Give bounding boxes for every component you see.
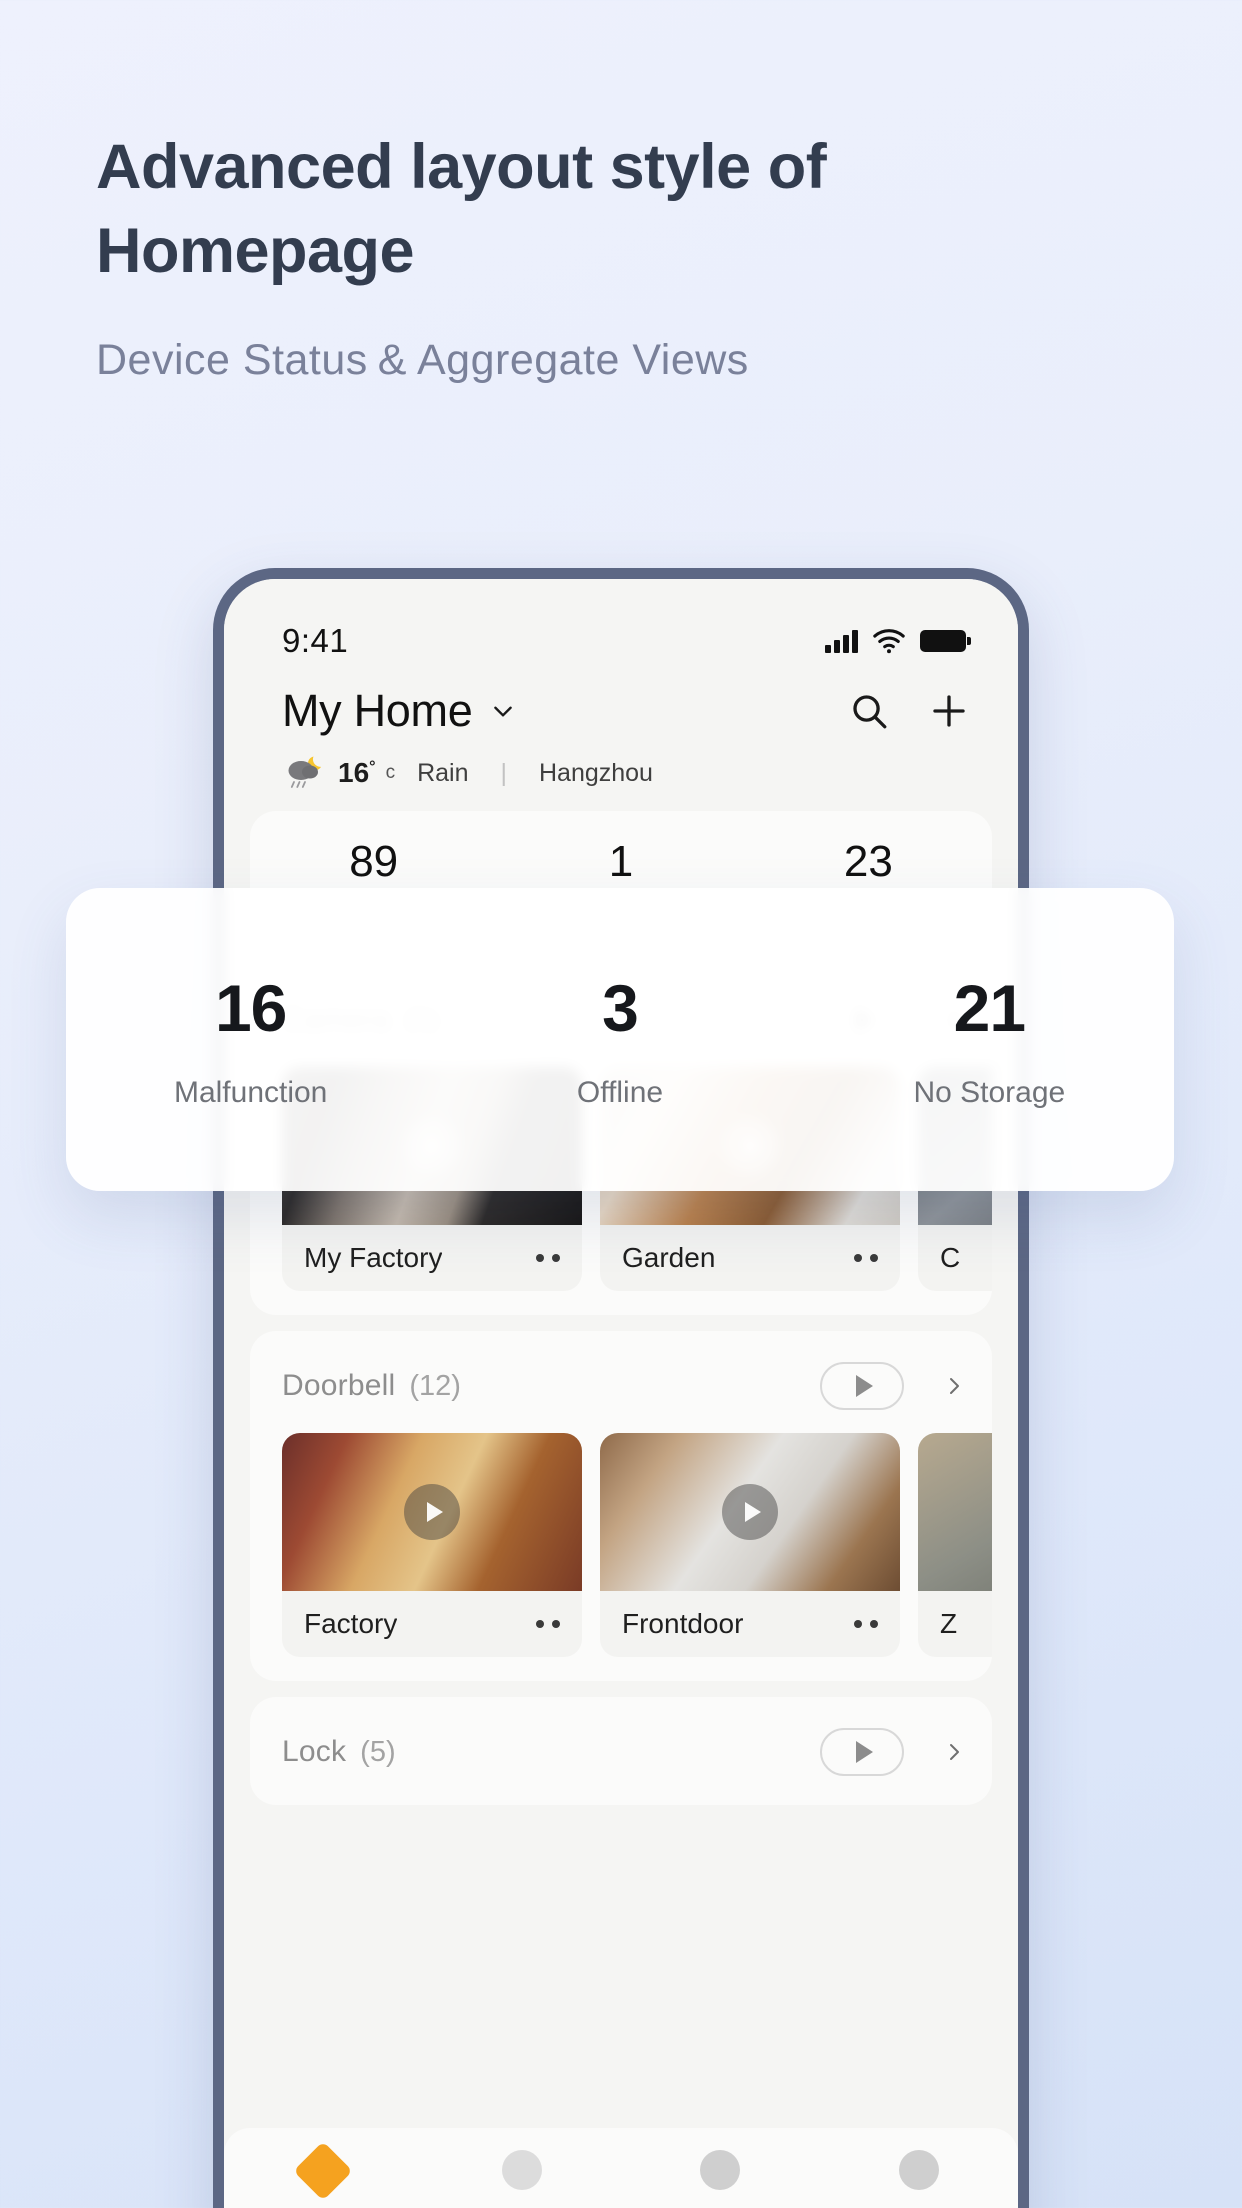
tile-label: Factory xyxy=(304,1608,398,1639)
tile-label: Frontdoor xyxy=(622,1608,744,1639)
aggregate-overlay-card: 16 Malfunction 3 Offline 21 No Storage xyxy=(66,888,1174,1191)
more-dots-icon[interactable] xyxy=(854,1254,878,1262)
weather-unit: c xyxy=(385,762,396,783)
section-header: Lock (5) xyxy=(250,1723,992,1781)
overlay-label: No Storage xyxy=(913,1075,1066,1109)
overlay-value: 21 xyxy=(953,970,1026,1045)
doorbell-tile[interactable]: Z xyxy=(918,1433,992,1657)
weather-divider: | xyxy=(500,758,507,787)
tile-footer: My Factory xyxy=(282,1225,582,1291)
doorbell-thumbnail[interactable] xyxy=(918,1433,992,1591)
doorbell-tile[interactable]: Frontdoor xyxy=(600,1433,900,1657)
nav-dot-icon xyxy=(898,2150,939,2190)
overlay-label: Malfunction xyxy=(173,1075,328,1109)
section-count: (5) xyxy=(360,1735,396,1768)
tile-footer: Z xyxy=(918,1591,992,1657)
rain-cloud-moon-icon xyxy=(288,756,322,788)
summary-value: 23 xyxy=(843,837,893,886)
section-count: (12) xyxy=(409,1369,461,1402)
nav-item-3[interactable] xyxy=(621,2150,820,2190)
overlay-stat-malfunction[interactable]: 16 Malfunction xyxy=(66,970,435,1110)
home-diamond-icon xyxy=(293,2141,353,2201)
doorbell-thumbnail[interactable] xyxy=(282,1433,582,1591)
doorbell-thumbnail[interactable] xyxy=(600,1433,900,1591)
header-actions xyxy=(848,690,970,732)
home-selector[interactable]: My Home xyxy=(282,685,516,737)
nav-dot-icon xyxy=(501,2150,542,2190)
weather-temperature: 16° xyxy=(338,757,376,788)
nav-item-4[interactable] xyxy=(820,2150,1019,2190)
more-dots-icon[interactable] xyxy=(854,1620,878,1628)
cellular-signal-icon xyxy=(825,629,858,653)
subtitle-ampersand: & xyxy=(377,335,407,384)
overlay-label: Offline xyxy=(576,1075,664,1109)
subtitle-left: Device Status xyxy=(96,335,368,384)
play-all-button[interactable] xyxy=(820,1362,904,1410)
plus-icon[interactable] xyxy=(928,690,970,732)
promo-header: Advanced layout style of Homepage Device… xyxy=(96,125,1096,385)
status-bar: 9:41 xyxy=(224,579,1018,675)
doorbell-tile-list[interactable]: Factory Frontdoor Z xyxy=(250,1415,992,1657)
section-lock: Lock (5) xyxy=(250,1697,992,1805)
play-circle-icon[interactable] xyxy=(722,1484,778,1540)
bottom-navigation xyxy=(224,2128,1018,2208)
status-indicators xyxy=(825,624,971,658)
nav-dot-icon xyxy=(700,2150,741,2190)
phone-mockup: 9:41 My Home 16° c Rain | Hangzhou 89 1 … xyxy=(213,568,1029,2208)
play-all-button[interactable] xyxy=(820,1728,904,1776)
weather-row[interactable]: 16° c Rain | Hangzhou xyxy=(224,737,1018,793)
doorbell-tile[interactable]: Factory xyxy=(282,1433,582,1657)
tile-label: C xyxy=(940,1242,961,1273)
section-title: Lock xyxy=(282,1735,347,1768)
page-subtitle: Device Status & Aggregate Views xyxy=(96,336,1096,385)
tile-footer: Garden xyxy=(600,1225,900,1291)
tile-footer: Frontdoor xyxy=(600,1591,900,1657)
search-icon[interactable] xyxy=(848,690,890,732)
wifi-icon xyxy=(873,629,905,654)
overlay-stat-offline[interactable]: 3 Offline xyxy=(435,970,804,1110)
home-header: My Home xyxy=(224,675,1018,737)
weather-condition: Rain xyxy=(417,758,469,787)
play-icon xyxy=(855,1375,873,1397)
overlay-stat-no-storage[interactable]: 21 No Storage xyxy=(805,970,1174,1110)
more-dots-icon[interactable] xyxy=(536,1620,560,1628)
tile-footer: Factory xyxy=(282,1591,582,1657)
summary-value: 1 xyxy=(608,837,634,886)
tile-label: Z xyxy=(940,1608,958,1639)
nav-item-home[interactable] xyxy=(224,2141,423,2201)
section-doorbell: Doorbell (12) Factory Frontdoor Z xyxy=(250,1331,992,1681)
home-name: My Home xyxy=(282,685,473,736)
phone-screen: 9:41 My Home 16° c Rain | Hangzhou 89 1 … xyxy=(224,579,1018,2208)
subtitle-right: Aggregate Views xyxy=(416,335,749,384)
battery-full-icon xyxy=(920,630,971,652)
overlay-value: 16 xyxy=(214,970,287,1045)
tile-footer: C xyxy=(918,1225,992,1291)
chevron-down-icon[interactable] xyxy=(490,698,516,724)
tile-label: My Factory xyxy=(304,1242,443,1273)
tile-label: Garden xyxy=(622,1242,716,1273)
section-header: Doorbell (12) xyxy=(250,1357,992,1415)
status-time: 9:41 xyxy=(282,622,349,659)
summary-value: 89 xyxy=(349,837,399,886)
play-circle-icon[interactable] xyxy=(404,1484,460,1540)
more-dots-icon[interactable] xyxy=(536,1254,560,1262)
section-title: Doorbell xyxy=(282,1369,396,1402)
play-icon xyxy=(855,1741,873,1763)
nav-item-2[interactable] xyxy=(423,2150,622,2190)
chevron-right-icon[interactable] xyxy=(942,1374,966,1398)
chevron-right-icon[interactable] xyxy=(942,1740,966,1764)
page-title: Advanced layout style of Homepage xyxy=(96,132,827,287)
overlay-value: 3 xyxy=(602,970,639,1045)
weather-city: Hangzhou xyxy=(538,758,653,787)
